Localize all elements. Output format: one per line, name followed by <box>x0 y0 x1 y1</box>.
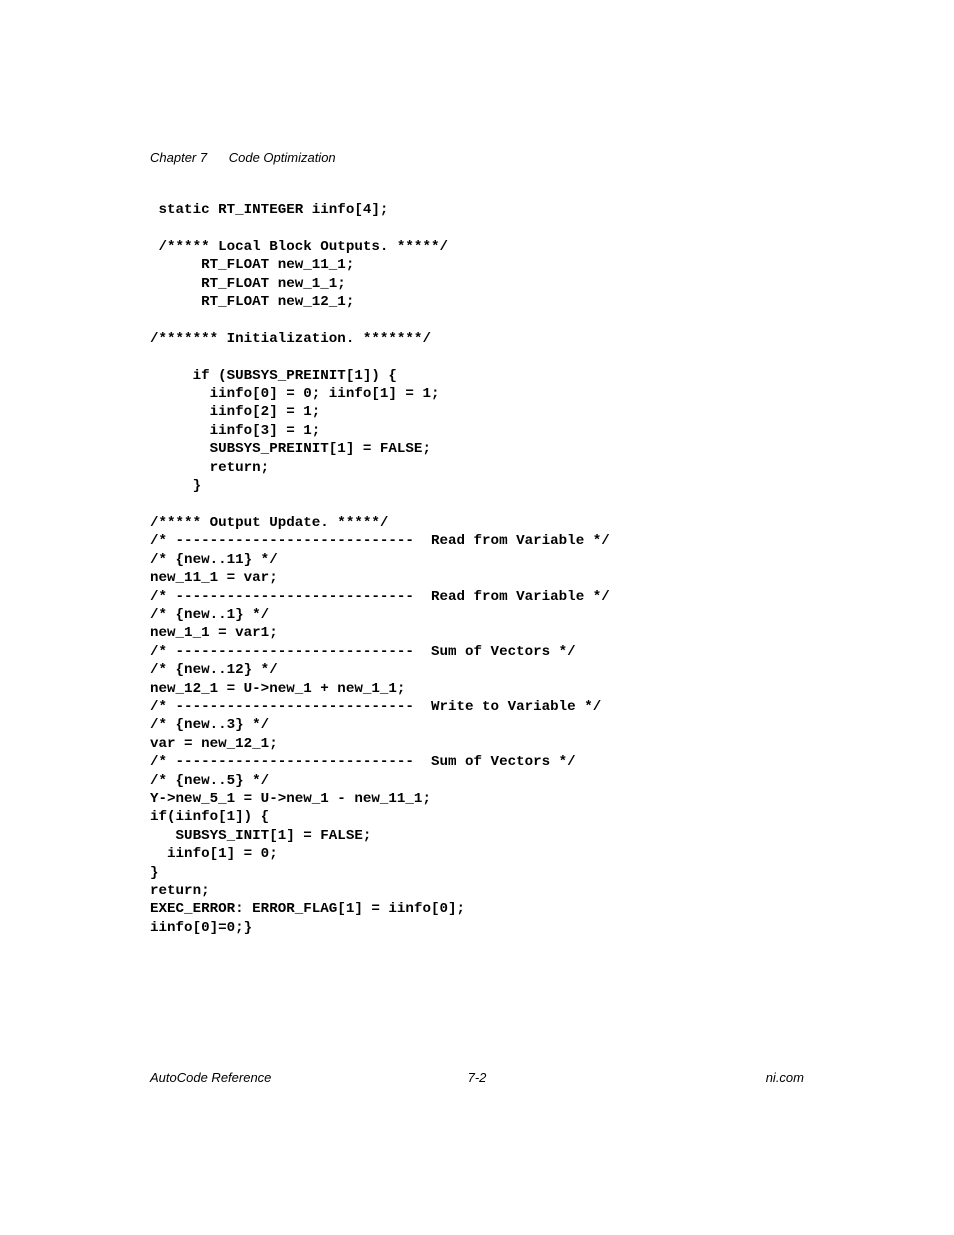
chapter-number: Chapter 7 <box>150 150 207 165</box>
page-footer: AutoCode Reference 7-2 ni.com <box>150 1070 804 1085</box>
code-listing: static RT_INTEGER iinfo[4]; /***** Local… <box>150 201 804 937</box>
footer-site: ni.com <box>766 1070 804 1085</box>
footer-page-number: 7-2 <box>468 1070 487 1085</box>
page-header: Chapter 7 Code Optimization <box>150 150 804 165</box>
footer-doc-title: AutoCode Reference <box>150 1070 271 1085</box>
chapter-title: Code Optimization <box>229 150 336 165</box>
page-content: Chapter 7 Code Optimization static RT_IN… <box>0 0 954 937</box>
